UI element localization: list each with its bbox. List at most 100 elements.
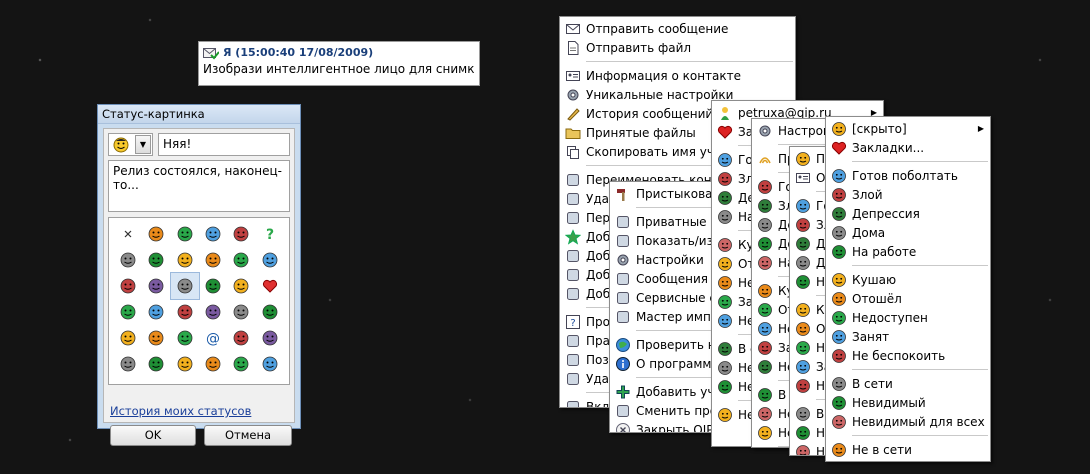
sewing-machine-icon[interactable] [227, 221, 255, 247]
status-icon [831, 206, 847, 222]
graduate-icon[interactable] [171, 351, 199, 377]
tv-icon[interactable] [142, 273, 170, 299]
svg-text:@: @ [206, 331, 220, 346]
beer-mug-icon[interactable] [114, 351, 142, 377]
heart-icon[interactable] [256, 273, 284, 299]
status-icon [831, 395, 847, 411]
status-icon [795, 378, 811, 394]
menu-item[interactable]: Занят [826, 327, 990, 346]
status-icon [831, 291, 847, 307]
eye-red-icon [565, 267, 581, 283]
menu-item[interactable]: В сети [826, 374, 990, 393]
open-book-icon[interactable] [256, 351, 284, 377]
nurse-icon[interactable] [199, 351, 227, 377]
menu-item[interactable]: Отошёл [826, 289, 990, 308]
phone-icon[interactable] [142, 299, 170, 325]
status-icon-picker[interactable]: ▼ [108, 133, 153, 156]
status-icon [831, 310, 847, 326]
menu-item[interactable]: Закладки... [826, 138, 990, 157]
menu-item[interactable]: Настройки [752, 121, 830, 140]
menu-item[interactable]: Злой [826, 185, 990, 204]
menu-item[interactable]: Готов поболтать [826, 166, 990, 185]
menu-item[interactable]: Недоступен [826, 308, 990, 327]
cancel-button[interactable]: Отмена [204, 425, 292, 446]
balloons-icon[interactable] [114, 325, 142, 351]
smiley-dark-icon[interactable] [142, 351, 170, 377]
menu-item-label: Занят [852, 329, 890, 344]
sandwich-icon[interactable] [199, 247, 227, 273]
bed-icon[interactable] [199, 273, 227, 299]
mobile-phone-icon[interactable] [227, 299, 255, 325]
cigarette-icon[interactable] [199, 299, 227, 325]
menu-separator [852, 265, 988, 266]
menu-separator [778, 144, 828, 145]
status-history-link[interactable]: История моих статусов [110, 404, 251, 418]
cowboy-icon[interactable] [171, 299, 199, 325]
coffee-icon[interactable] [142, 325, 170, 351]
book-icon[interactable] [256, 325, 284, 351]
status-icon [795, 321, 811, 337]
thumb-icon [565, 352, 581, 368]
status-icon [757, 387, 773, 403]
menu-item-label: О программе [636, 356, 719, 371]
glasses-icon[interactable] [142, 221, 170, 247]
menu-item[interactable]: Кушаю [826, 270, 990, 289]
menu-item[interactable]: Невидимый для всех [826, 412, 990, 431]
menu-item[interactable]: На работе [826, 242, 990, 261]
menu-item-label: В сети [852, 376, 893, 391]
at-sign-icon[interactable]: @ [199, 325, 227, 351]
duck-icon[interactable] [114, 273, 142, 299]
menu-item[interactable]: Отправить сообщение [560, 19, 795, 38]
status-title-input[interactable]: Няя! [158, 133, 290, 156]
status-icon [717, 237, 733, 253]
status-icon [831, 348, 847, 364]
ok-button[interactable]: OK [110, 425, 196, 446]
person-icon[interactable] [171, 221, 199, 247]
menu-item[interactable]: Информация о контакте [560, 66, 795, 85]
smiley-icon[interactable] [169, 272, 201, 300]
menu-item-label: Закладки... [852, 140, 925, 155]
video-camera-icon[interactable] [171, 247, 199, 273]
menu-separator [852, 369, 988, 370]
menu-item[interactable]: Невидимый [826, 393, 990, 412]
status-icon [757, 340, 773, 356]
penguin-icon[interactable] [256, 299, 284, 325]
globe-icon [615, 337, 631, 353]
question-icon[interactable]: ? [256, 221, 284, 247]
card-icon [565, 68, 581, 84]
menu-item[interactable]: Не в сети [826, 440, 990, 459]
menu-item-label: Информация о контакте [586, 68, 742, 83]
menu-item[interactable]: Не беспокоить [826, 346, 990, 365]
pill-icon[interactable] [227, 273, 255, 299]
monkey-icon[interactable] [114, 247, 142, 273]
status-icon [795, 406, 811, 422]
car-icon[interactable] [256, 247, 284, 273]
flower-icon [717, 105, 733, 121]
menu-item[interactable]: [скрыто] ▶ [826, 119, 990, 138]
copy-icon [565, 144, 581, 160]
status-description-textarea[interactable]: Релиз состоялся, наконец-то... [108, 160, 290, 212]
ship-icon [565, 399, 581, 407]
syringe-icon[interactable] [227, 247, 255, 273]
menu-item-label: На работе [852, 244, 917, 259]
menu-item-label: Невидимый [852, 395, 926, 410]
message-notification[interactable]: Я (15:00:40 17/08/2009) Изобрази интелли… [198, 41, 480, 86]
headphones-icon[interactable] [142, 247, 170, 273]
menu-item[interactable]: Депрессия [826, 204, 990, 223]
menu-item[interactable]: Дома [826, 223, 990, 242]
menu-item[interactable]: Отправить файл [560, 38, 795, 57]
close-x-icon[interactable] [114, 221, 142, 247]
profile-icon [615, 403, 631, 419]
status-icon [757, 179, 773, 195]
menu-item-label: История сообщений [586, 106, 714, 121]
joystick-icon[interactable] [171, 325, 199, 351]
chevron-down-icon[interactable]: ▼ [135, 135, 151, 154]
notification-text: Изобрази интеллигентное лицо для снимка.… [203, 62, 475, 76]
sick-face-icon[interactable] [227, 325, 255, 351]
cloud-face-icon[interactable] [227, 351, 255, 377]
menu-item-label: Отправить сообщение [586, 21, 729, 36]
beer-icon[interactable] [114, 299, 142, 325]
menu-item-label: Недоступен [852, 310, 928, 325]
gear-icon [757, 123, 773, 139]
bath-icon[interactable] [199, 221, 227, 247]
